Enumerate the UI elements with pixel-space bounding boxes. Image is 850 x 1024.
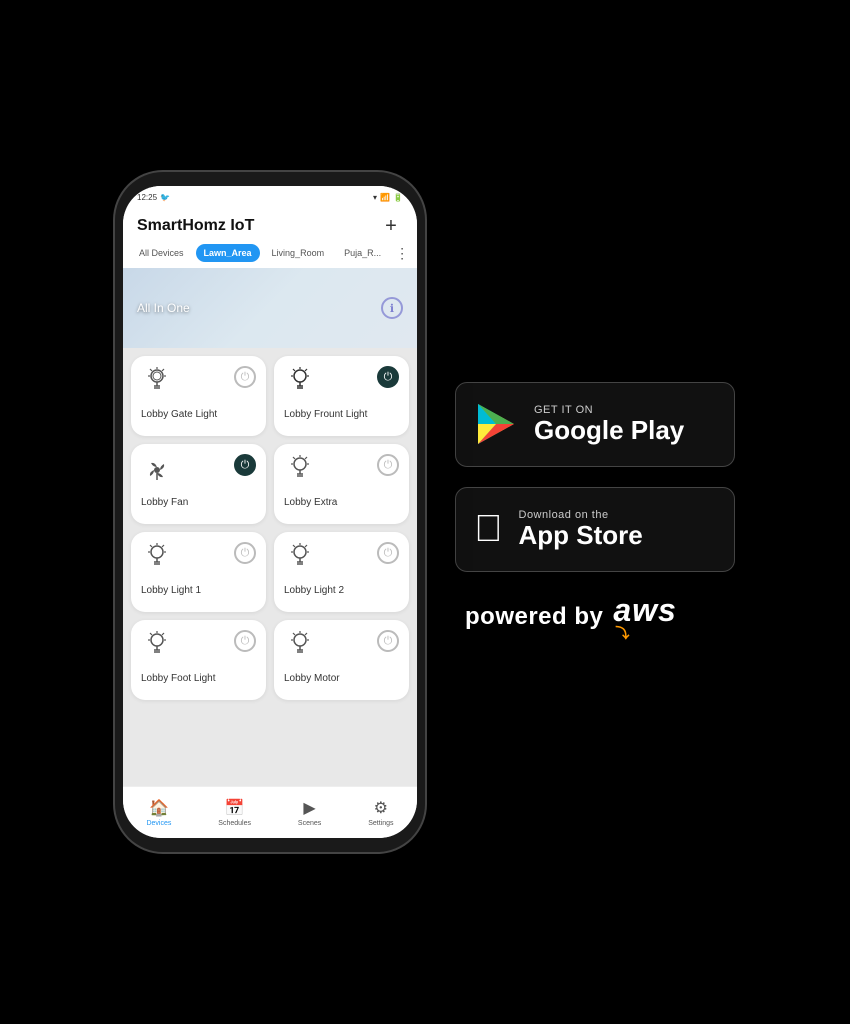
schedules-icon: 📅 — [225, 798, 245, 818]
tabs-bar: All Devices Lawn_Area Living_Room Puja_R… — [123, 242, 417, 268]
tab-all-devices[interactable]: All Devices — [131, 244, 192, 262]
aws-smile-arrow: ⤵︎ — [615, 623, 629, 643]
fan-icon-lobby-fan — [141, 454, 173, 491]
home-icon: 🏠 — [149, 798, 169, 818]
bottom-nav: 🏠 Devices 📅 Schedules ▶ Scenes ⚙ Setting… — [123, 786, 417, 838]
light-icon-lobby-frount — [284, 366, 316, 403]
light-icon-lobby-motor — [284, 630, 316, 667]
power-toggle-lobby-gate-light[interactable]: ⏻ — [234, 366, 256, 388]
google-play-main-text: Google Play — [534, 416, 684, 445]
page-wrapper: 12:25 🐦 ▾ 📶 🔋 SmartHomz IoT + All Device… — [0, 0, 850, 1024]
tab-lawn-area[interactable]: Lawn_Area — [196, 244, 260, 262]
aws-block: powered by aws ⤵︎ — [455, 592, 677, 643]
light-icon-lobby-gate — [141, 366, 173, 403]
nav-schedules[interactable]: 📅 Schedules — [218, 798, 251, 827]
scenes-icon: ▶ — [303, 798, 315, 818]
phone-device: 12:25 🐦 ▾ 📶 🔋 SmartHomz IoT + All Device… — [115, 172, 425, 852]
power-toggle-lobby-frount-light[interactable]: ⏻ — [377, 366, 399, 388]
power-toggle-lobby-fan[interactable]: ⏻ — [234, 454, 256, 476]
tab-living-room[interactable]: Living_Room — [264, 244, 333, 262]
app-store-text-block: Download on the App Store — [519, 509, 643, 550]
app-store-pre-text: Download on the — [519, 509, 643, 521]
light-icon-lobby-extra — [284, 454, 316, 491]
power-toggle-lobby-light-2[interactable]: ⏻ — [377, 542, 399, 564]
power-toggle-lobby-motor[interactable]: ⏻ — [377, 630, 399, 652]
device-name-lobby-light-2: Lobby Light 2 — [284, 585, 344, 597]
power-toggle-lobby-extra[interactable]: ⏻ — [377, 454, 399, 476]
device-name-lobby-frount-light: Lobby Frount Light — [284, 409, 367, 421]
device-card-lobby-motor: ⏻ Lobby Motor — [274, 620, 409, 700]
status-time: 12:25 🐦 — [137, 193, 170, 202]
device-name-lobby-extra: Lobby Extra — [284, 497, 337, 509]
right-panel: GET IT ON Google Play  Download on the … — [455, 382, 735, 643]
phone-screen: 12:25 🐦 ▾ 📶 🔋 SmartHomz IoT + All Device… — [123, 186, 417, 838]
device-name-lobby-foot-light: Lobby Foot Light — [141, 673, 216, 685]
section-label: All In One — [137, 301, 190, 315]
status-bar: 12:25 🐦 ▾ 📶 🔋 — [123, 186, 417, 208]
tab-puja-r[interactable]: Puja_R... — [336, 244, 389, 262]
device-grid: ⏻ Lobby Gate Light — [123, 348, 417, 708]
light-icon-lobby-light-1 — [141, 542, 173, 579]
nav-scenes-label: Scenes — [298, 820, 321, 827]
app-store-button[interactable]:  Download on the App Store — [455, 487, 735, 572]
apple-icon:  — [474, 510, 503, 548]
settings-icon: ⚙ — [374, 798, 388, 818]
device-name-lobby-motor: Lobby Motor — [284, 673, 340, 685]
nav-settings[interactable]: ⚙ Settings — [368, 798, 393, 827]
app-title: SmartHomz IoT — [137, 217, 254, 235]
device-name-lobby-fan: Lobby Fan — [141, 497, 188, 509]
phone-notch — [256, 172, 284, 182]
light-icon-lobby-light-2 — [284, 542, 316, 579]
aws-logo: aws ⤵︎ — [613, 592, 676, 643]
nav-devices[interactable]: 🏠 Devices — [146, 798, 171, 827]
device-card-lobby-frount-light: ⏻ Lobby Frount Light — [274, 356, 409, 436]
device-card-lobby-gate-light: ⏻ Lobby Gate Light — [131, 356, 266, 436]
device-card-lobby-foot-light: ⏻ Lobby Foot Light — [131, 620, 266, 700]
nav-settings-label: Settings — [368, 820, 393, 827]
device-card-lobby-extra: ⏻ Lobby Extra — [274, 444, 409, 524]
tabs-more-icon[interactable]: ⋮ — [395, 245, 409, 262]
google-play-text-block: GET IT ON Google Play — [534, 404, 684, 445]
power-toggle-lobby-foot-light[interactable]: ⏻ — [234, 630, 256, 652]
section-header: All In One ℹ — [123, 268, 417, 348]
device-card-lobby-fan: ⏻ Lobby Fan — [131, 444, 266, 524]
scroll-content: All In One ℹ — [123, 268, 417, 786]
powered-by-text: powered by — [465, 603, 603, 631]
power-toggle-lobby-light-1[interactable]: ⏻ — [234, 542, 256, 564]
app-store-main-text: App Store — [519, 521, 643, 550]
google-play-button[interactable]: GET IT ON Google Play — [455, 382, 735, 467]
device-card-lobby-light-1: ⏻ Lobby Light 1 — [131, 532, 266, 612]
google-play-pre-text: GET IT ON — [534, 404, 684, 416]
nav-devices-label: Devices — [146, 820, 171, 827]
add-device-button[interactable]: + — [379, 214, 403, 238]
google-play-icon — [474, 402, 518, 446]
device-name-lobby-gate-light: Lobby Gate Light — [141, 409, 217, 421]
nav-scenes[interactable]: ▶ Scenes — [298, 798, 321, 827]
device-card-lobby-light-2: ⏻ Lobby Light 2 — [274, 532, 409, 612]
info-icon[interactable]: ℹ — [381, 297, 403, 319]
light-icon-lobby-foot — [141, 630, 173, 667]
app-header: SmartHomz IoT + — [123, 208, 417, 242]
device-name-lobby-light-1: Lobby Light 1 — [141, 585, 201, 597]
nav-schedules-label: Schedules — [218, 820, 251, 827]
